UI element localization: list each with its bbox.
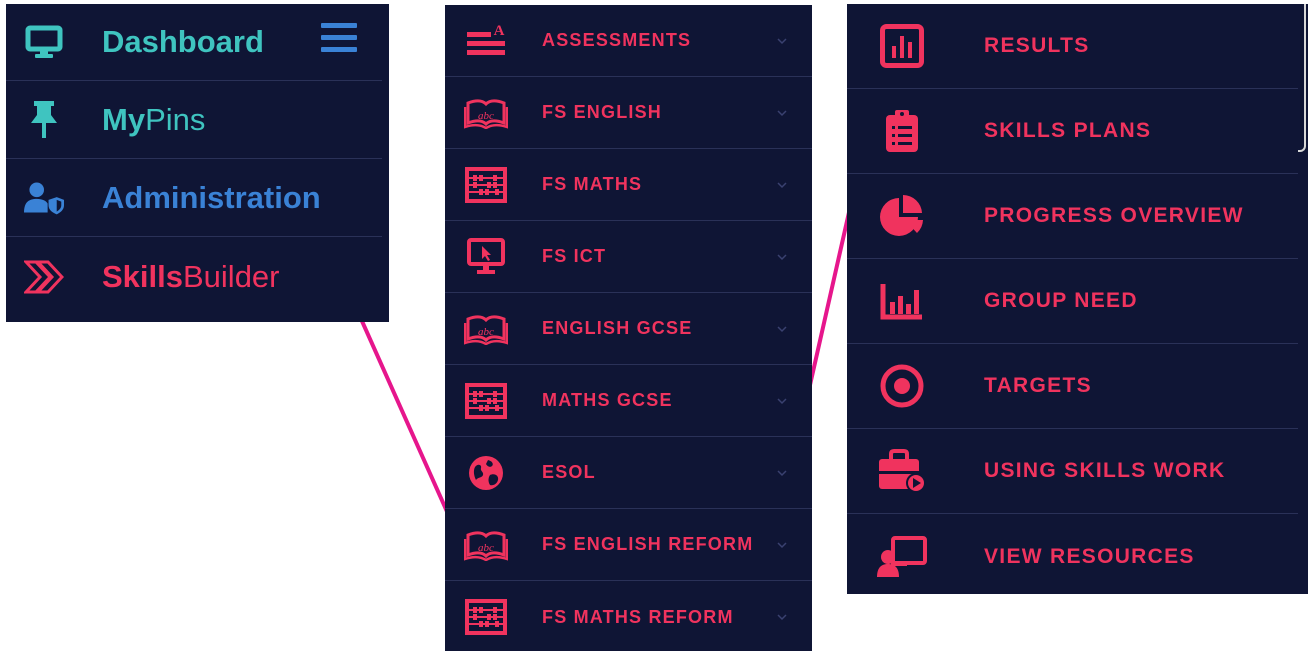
submenu-item-label: GROUP NEED <box>984 289 1138 312</box>
clipboard-list-icon <box>877 106 927 156</box>
chevron-down-icon[interactable] <box>775 34 789 48</box>
skillsbuilder-menu-panel: A ASSESSMENTS abc FS ENGLISH FS MATHS FS… <box>445 5 812 651</box>
chevron-down-icon[interactable] <box>775 394 789 408</box>
chevron-down-icon[interactable] <box>775 106 789 120</box>
pin-icon <box>24 100 64 140</box>
menu-item-esol[interactable]: ESOL <box>445 437 812 509</box>
menu-item-fs-maths-reform[interactable]: FS MATHS REFORM <box>445 581 812 653</box>
reform-submenu-panel: RESULTS SKILLS PLANS PROGRESS OVERVIEW G… <box>847 4 1308 594</box>
nav-item-label: MyPins <box>102 102 206 137</box>
submenu-item-progress-overview[interactable]: PROGRESS OVERVIEW <box>847 174 1298 259</box>
submenu-item-skills-plans[interactable]: SKILLS PLANS <box>847 89 1298 174</box>
menu-item-fs-english[interactable]: abc FS ENGLISH <box>445 77 812 149</box>
double-chevron-icon <box>24 257 64 297</box>
menu-item-fs-english-reform[interactable]: abc FS ENGLISH REFORM <box>445 509 812 581</box>
menu-item-fs-ict[interactable]: FS ICT <box>445 221 812 293</box>
svg-text:abc: abc <box>478 110 494 122</box>
menu-item-english-gcse[interactable]: abc ENGLISH GCSE <box>445 293 812 365</box>
book-abc-icon: abc <box>463 309 509 349</box>
chevron-down-icon[interactable] <box>775 322 789 336</box>
menu-item-label: FS ENGLISH <box>542 102 663 122</box>
menu-item-maths-gcse[interactable]: MATHS GCSE <box>445 365 812 437</box>
hamburger-icon[interactable] <box>321 23 357 55</box>
bar-chart-icon <box>877 21 927 71</box>
chevron-down-icon[interactable] <box>775 178 789 192</box>
menu-item-label: FS MATHS <box>542 174 643 194</box>
submenu-item-label: USING SKILLS WORK <box>984 459 1226 482</box>
nav-item-skillsbuilder[interactable]: SkillsBuilder <box>6 238 382 315</box>
submenu-item-label: TARGETS <box>984 374 1092 397</box>
submenu-item-label: VIEW RESOURCES <box>984 544 1195 568</box>
menu-item-label: FS MATHS REFORM <box>542 606 734 627</box>
menu-item-label: FS ENGLISH REFORM <box>542 534 754 554</box>
presenter-icon <box>877 532 927 582</box>
svg-text:A: A <box>494 23 505 39</box>
menu-item-fs-maths[interactable]: FS MATHS <box>445 149 812 221</box>
chevron-down-icon[interactable] <box>775 250 789 264</box>
nav-item-label: SkillsBuilder <box>102 258 280 294</box>
submenu-item-targets[interactable]: TARGETS <box>847 344 1298 429</box>
submenu-item-using-skills-work[interactable]: USING SKILLS WORK <box>847 429 1298 514</box>
svg-text:abc: abc <box>478 542 494 554</box>
menu-item-label: MATHS GCSE <box>542 390 673 410</box>
toolbox-play-icon <box>877 446 927 496</box>
nav-item-administration[interactable]: Administration <box>6 160 382 237</box>
target-icon <box>877 361 927 411</box>
submenu-item-label: RESULTS <box>984 34 1090 57</box>
book-abc-icon: abc <box>463 525 509 565</box>
main-nav-panel: Dashboard MyPins Administration SkillsBu… <box>6 4 389 322</box>
user-shield-icon <box>24 178 64 218</box>
computer-cursor-icon <box>463 237 509 277</box>
abacus-icon <box>463 381 509 421</box>
chevron-down-icon[interactable] <box>775 466 789 480</box>
submenu-item-results[interactable]: RESULTS <box>847 4 1298 89</box>
nav-item-label: Dashboard <box>102 24 264 59</box>
globe-icon <box>463 453 509 493</box>
menu-item-label: ENGLISH GCSE <box>542 318 693 338</box>
column-chart-icon <box>877 276 927 326</box>
book-abc-icon: abc <box>463 93 509 133</box>
submenu-item-group-need[interactable]: GROUP NEED <box>847 259 1298 344</box>
menu-item-label: ESOL <box>542 462 596 482</box>
pie-chart-icon <box>877 191 927 241</box>
submenu-item-view-resources[interactable]: VIEW RESOURCES <box>847 514 1298 599</box>
menu-item-label: ASSESSMENTS <box>542 30 692 50</box>
submenu-item-label: PROGRESS OVERVIEW <box>984 204 1244 227</box>
abacus-icon <box>463 597 509 637</box>
svg-text:abc: abc <box>478 326 494 338</box>
chevron-down-icon[interactable] <box>775 538 789 552</box>
nav-item-mypins[interactable]: MyPins <box>6 82 382 159</box>
menu-item-label: FS ICT <box>542 246 607 266</box>
monitor-icon <box>24 22 64 62</box>
chevron-down-icon[interactable] <box>775 610 789 624</box>
assessment-icon: A <box>463 21 509 61</box>
menu-item-assessments[interactable]: A ASSESSMENTS <box>445 5 812 77</box>
scrollbar-edge <box>1298 4 1306 152</box>
nav-item-label: Administration <box>102 180 321 215</box>
abacus-icon <box>463 165 509 205</box>
submenu-item-label: SKILLS PLANS <box>984 119 1152 142</box>
